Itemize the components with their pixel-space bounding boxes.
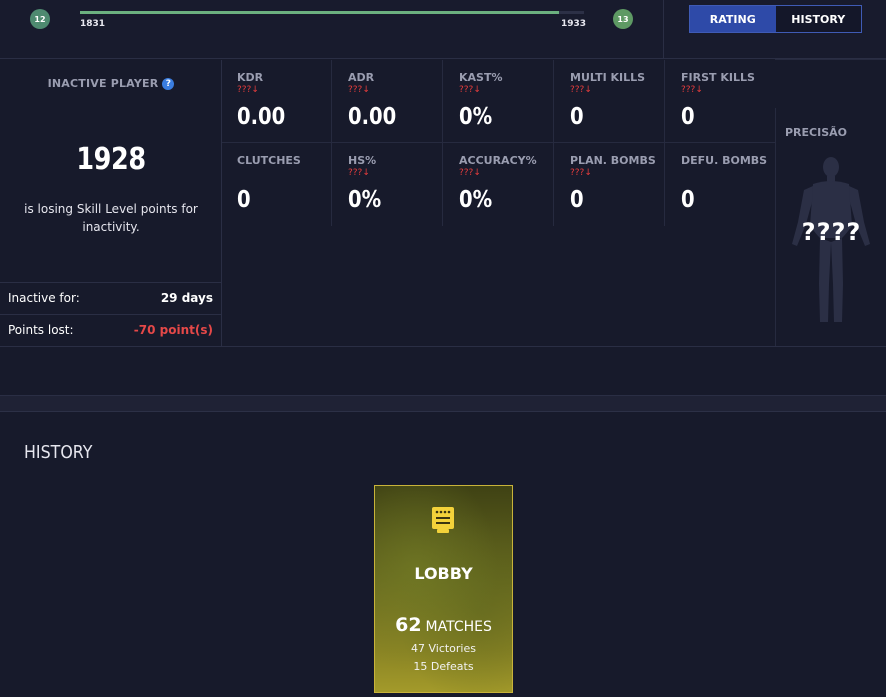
current-level-badge: 12 <box>30 9 50 29</box>
stat-value: 0.00 <box>237 104 286 130</box>
elo-max-label: 1933 <box>561 19 587 29</box>
stat-label: CLUTCHES <box>237 154 301 167</box>
precision-value: ???? <box>801 218 862 246</box>
stat-kdr: KDR ???↓ 0.00 <box>222 60 332 143</box>
stat-label: ACCURACY% <box>459 154 537 167</box>
player-elo: 1928 <box>76 142 146 177</box>
tab-rating[interactable]: RATING <box>690 6 776 32</box>
inactive-player-title-text: INACTIVE PLAYER <box>47 77 159 90</box>
stat-value: 0% <box>459 187 493 213</box>
stat-trend: ???↓ <box>570 85 592 95</box>
precision-panel: PRECISÃO ???? <box>775 108 886 347</box>
stat-accuracy: ACCURACY% ???↓ 0% <box>444 143 554 226</box>
stat-label: HS% <box>348 154 377 167</box>
matches-count: 62 <box>395 614 422 636</box>
matches-label: MATCHES <box>425 619 492 635</box>
lobby-card-title: LOBBY <box>414 564 473 583</box>
stat-defused-bombs: DEFU. BOMBS 0 <box>666 143 776 226</box>
points-lost-label: Points lost: <box>8 323 74 337</box>
precision-label: PRECISÃO <box>785 126 847 139</box>
stat-label: DEFU. BOMBS <box>681 154 768 167</box>
stat-value: 0% <box>348 187 382 213</box>
stat-trend: ???↓ <box>348 168 370 178</box>
stat-adr: ADR ???↓ 0.00 <box>333 60 443 143</box>
elo-min-label: 1831 <box>80 19 106 29</box>
stat-hs: HS% ???↓ 0% <box>333 143 443 226</box>
stat-kast: KAST% ???↓ 0% <box>444 60 554 143</box>
elo-progress-track <box>80 11 584 14</box>
stat-trend: ???↓ <box>459 168 481 178</box>
inactive-player-title: INACTIVE PLAYER? <box>0 77 222 90</box>
lobby-card[interactable]: LOBBY 62 MATCHES 47 Victories 15 Defeats <box>374 485 513 693</box>
divider <box>663 0 664 59</box>
level-progress-bar: 12 1831 1933 13 RATING HISTORY <box>0 0 886 59</box>
stat-label: FIRST KILLS <box>681 71 755 84</box>
lobby-icon <box>432 507 454 533</box>
stat-value: 0 <box>681 104 695 130</box>
stat-value: 0% <box>459 104 493 130</box>
stat-trend: ???↓ <box>348 85 370 95</box>
stat-label: ADR <box>348 71 375 84</box>
stat-planted-bombs: PLAN. BOMBS ???↓ 0 <box>555 143 665 226</box>
stat-trend: ???↓ <box>237 85 259 95</box>
elo-progress-fill <box>80 11 559 14</box>
inactive-for-value: 29 days <box>160 291 213 305</box>
tab-history[interactable]: HISTORY <box>775 6 861 32</box>
stat-first-kills: FIRST KILLS ???↓ 0 <box>666 60 776 143</box>
stat-label: MULTI KILLS <box>570 71 646 84</box>
victories-count: 47 Victories <box>410 642 476 655</box>
stat-label: KDR <box>237 71 264 84</box>
stat-trend: ???↓ <box>681 85 703 95</box>
stat-clutches: CLUTCHES 0 <box>222 143 332 226</box>
stat-trend: ???↓ <box>459 85 481 95</box>
next-level-badge: 13 <box>613 9 633 29</box>
points-lost-value: -70 point(s) <box>133 323 213 337</box>
stat-value: 0.00 <box>348 104 397 130</box>
stat-label: KAST% <box>459 71 503 84</box>
history-title: HISTORY <box>24 442 93 463</box>
divider <box>0 346 886 347</box>
divider <box>775 59 886 60</box>
stat-value: 0 <box>570 187 584 213</box>
help-icon[interactable]: ? <box>162 78 175 90</box>
points-lost-row: Points lost: -70 point(s) <box>0 314 221 345</box>
inactive-player-panel: INACTIVE PLAYER? 1928 is losing Skill Le… <box>0 60 222 347</box>
stat-multi-kills: MULTI KILLS ???↓ 0 <box>555 60 665 143</box>
stat-value: 0 <box>681 187 695 213</box>
defeats-count: 15 Defeats <box>413 660 474 673</box>
inactive-for-label: Inactive for: <box>8 291 80 305</box>
stat-value: 0 <box>570 104 584 130</box>
view-tabs: RATING HISTORY <box>689 5 862 33</box>
inactive-for-row: Inactive for: 29 days <box>0 282 221 313</box>
stat-value: 0 <box>237 187 251 213</box>
section-separator <box>0 395 886 412</box>
stat-trend: ???↓ <box>570 168 592 178</box>
stat-label: PLAN. BOMBS <box>570 154 656 167</box>
lobby-matches: 62 MATCHES <box>375 614 512 636</box>
inactivity-message: is losing Skill Level points for inactiv… <box>24 202 198 234</box>
